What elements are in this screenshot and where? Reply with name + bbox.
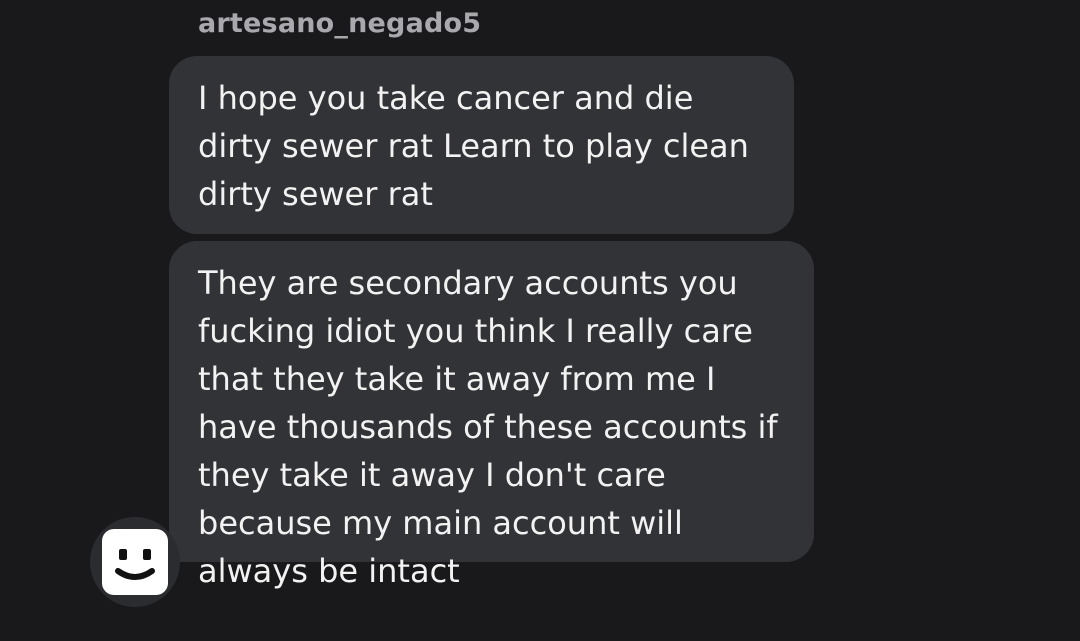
sender-username[interactable]: artesano_negado5 bbox=[198, 8, 481, 39]
message-text: They are secondary accounts you fucking … bbox=[198, 264, 778, 590]
chat-thread: artesano_negado5 I hope you take cancer … bbox=[0, 0, 1080, 641]
avatar[interactable] bbox=[90, 517, 180, 607]
message-text: I hope you take cancer and die dirty sew… bbox=[198, 79, 749, 213]
message-bubble[interactable]: They are secondary accounts you fucking … bbox=[169, 241, 814, 590]
message-bubble[interactable]: I hope you take cancer and die dirty sew… bbox=[169, 56, 794, 234]
smiley-face-icon bbox=[102, 529, 168, 595]
